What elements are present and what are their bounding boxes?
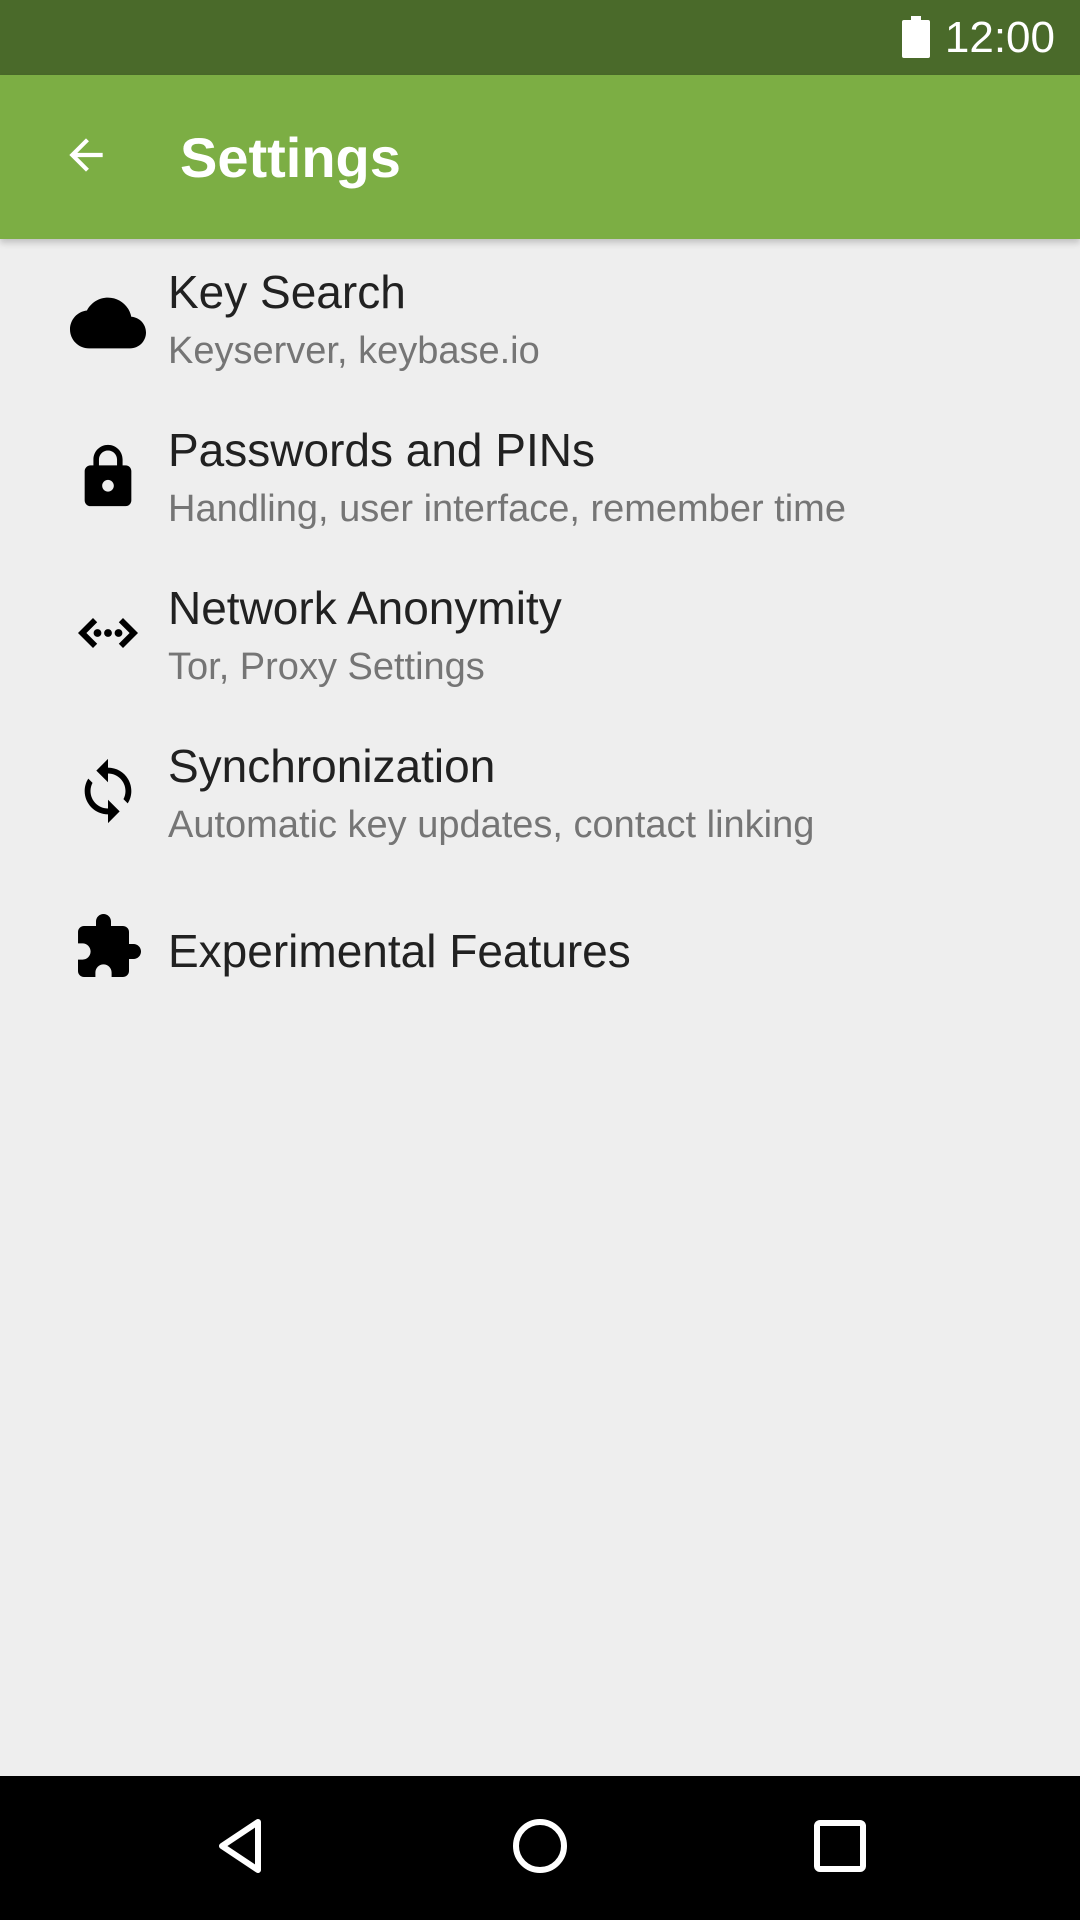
nav-back-icon bbox=[210, 1816, 270, 1881]
settings-item-synchronization[interactable]: Synchronization Automatic key updates, c… bbox=[0, 713, 1080, 871]
settings-item-label: Synchronization bbox=[168, 740, 496, 792]
settings-item-network-anonymity[interactable]: Network Anonymity Tor, Proxy Settings bbox=[0, 555, 1080, 713]
settings-item-subtitle: Keyserver, keybase.io bbox=[168, 330, 540, 372]
cloud-icon bbox=[66, 281, 150, 365]
settings-item-subtitle: Tor, Proxy Settings bbox=[168, 646, 485, 688]
nav-recents-icon bbox=[812, 1818, 868, 1879]
nav-home-icon bbox=[510, 1816, 570, 1881]
navigation-bar bbox=[0, 1776, 1080, 1920]
battery-full-icon bbox=[902, 16, 930, 58]
settings-item-subtitle: Automatic key updates, contact linking bbox=[168, 804, 815, 846]
sync-icon bbox=[66, 749, 150, 833]
nav-recents-button[interactable] bbox=[790, 1798, 890, 1898]
settings-item-label: Key Search bbox=[168, 266, 406, 318]
settings-item-label: Experimental Features bbox=[168, 925, 631, 977]
page-title: Settings bbox=[180, 126, 401, 189]
settings-item-key-search[interactable]: Key Search Keyserver, keybase.io bbox=[0, 239, 1080, 397]
settings-item-label: Passwords and PINs bbox=[168, 424, 595, 476]
network-icon bbox=[66, 591, 150, 675]
settings-item-subtitle: Handling, user interface, remember time bbox=[168, 488, 846, 530]
nav-back-button[interactable] bbox=[190, 1798, 290, 1898]
lock-icon bbox=[66, 435, 150, 519]
status-bar: 12:00 bbox=[0, 0, 1080, 75]
settings-item-experimental-features[interactable]: Experimental Features bbox=[0, 871, 1080, 1029]
nav-home-button[interactable] bbox=[490, 1798, 590, 1898]
arrow-back-icon bbox=[61, 130, 111, 185]
app-bar: Settings bbox=[0, 75, 1080, 239]
back-button[interactable] bbox=[48, 119, 124, 195]
settings-item-label: Network Anonymity bbox=[168, 582, 562, 634]
status-time: 12:00 bbox=[944, 13, 1055, 62]
settings-item-passwords[interactable]: Passwords and PINs Handling, user interf… bbox=[0, 397, 1080, 555]
extension-puzzle-icon bbox=[66, 905, 150, 989]
